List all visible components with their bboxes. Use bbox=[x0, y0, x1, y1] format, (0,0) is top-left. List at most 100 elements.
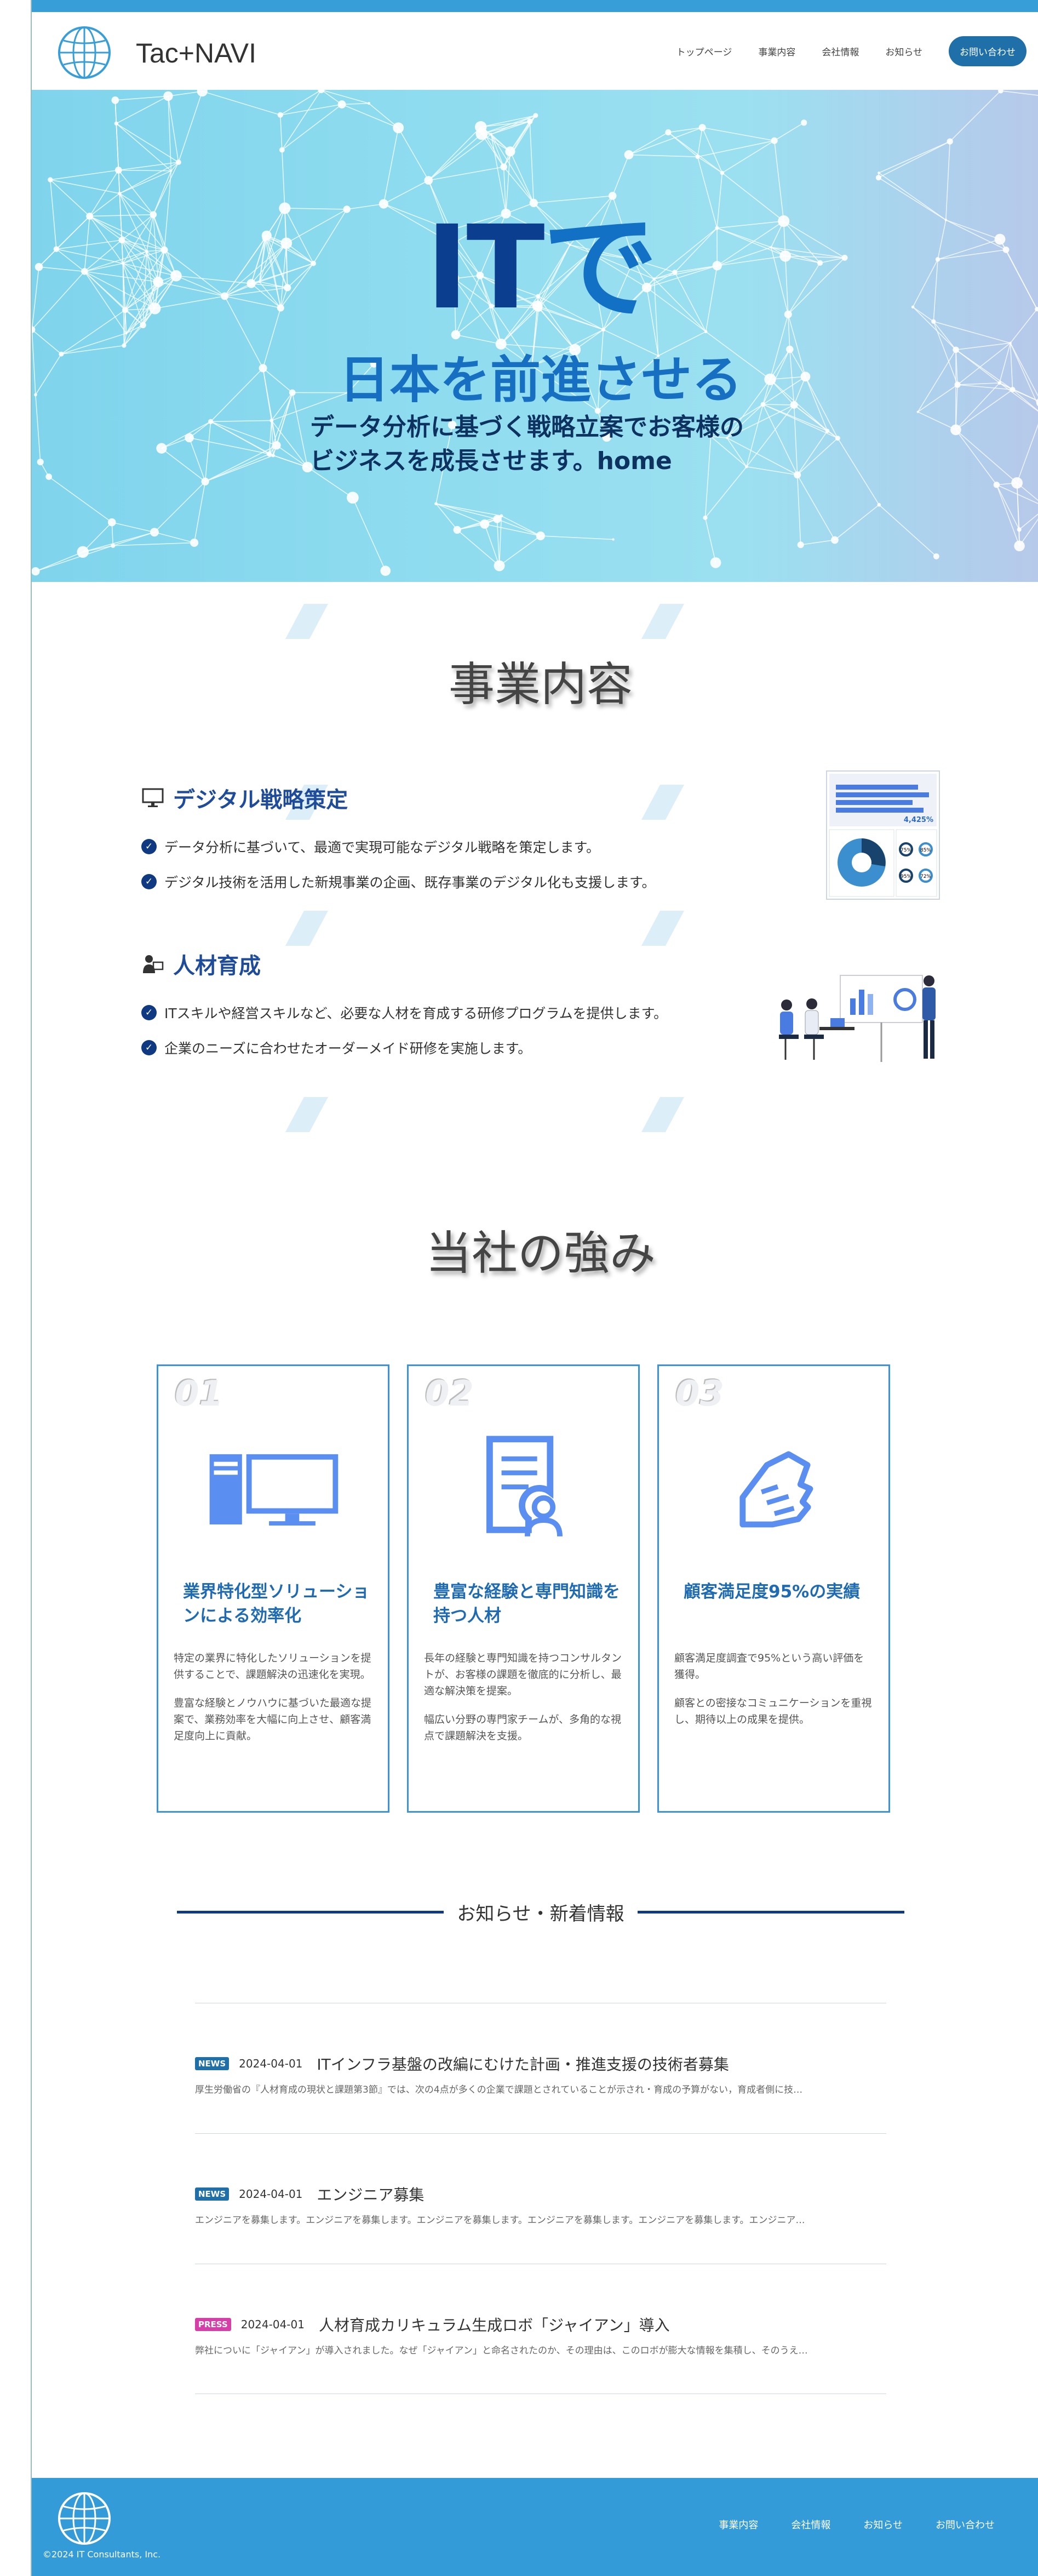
footer-nav-news[interactable]: お知らせ bbox=[863, 2517, 903, 2532]
news-meta: PRESS 2024-04-01 人材育成カリキュラム生成ロボ「ジャイアン」導入 bbox=[195, 2314, 670, 2335]
network-line bbox=[628, 132, 669, 156]
network-line bbox=[428, 134, 492, 181]
news-item[interactable]: NEWS 2024-04-01 エンジニア募集 エンジニアを募集します。エンジニ… bbox=[195, 2133, 886, 2264]
nav-top[interactable]: トップページ bbox=[676, 44, 732, 58]
network-node bbox=[32, 567, 40, 576]
network-line bbox=[282, 104, 342, 151]
network-line bbox=[497, 518, 541, 536]
network-line bbox=[116, 123, 171, 172]
network-line bbox=[35, 545, 113, 572]
network-line bbox=[35, 551, 83, 572]
logo-text[interactable]: Tac+NAVI bbox=[136, 37, 256, 69]
nav-company[interactable]: 会社情報 bbox=[822, 44, 859, 58]
network-line bbox=[774, 122, 805, 141]
donut-label: 95% bbox=[901, 874, 911, 879]
news-item-title[interactable]: ITインフラ基盤の改編にむけた計画・推進支援の技術者募集 bbox=[317, 2053, 729, 2075]
nav-business[interactable]: 事業内容 bbox=[758, 44, 795, 58]
news-item[interactable]: PRESS 2024-04-01 人材育成カリキュラム生成ロボ「ジャイアン」導入… bbox=[195, 2264, 886, 2394]
network-line bbox=[496, 519, 500, 566]
network-line bbox=[629, 154, 698, 157]
network-node bbox=[393, 122, 404, 134]
footer-nav-business[interactable]: 事業内容 bbox=[719, 2517, 758, 2532]
network-node bbox=[453, 526, 461, 534]
service-heading: 人材育成 bbox=[141, 948, 667, 980]
network-node bbox=[150, 528, 159, 537]
network-line bbox=[800, 539, 835, 546]
network-line bbox=[118, 169, 154, 215]
network-node bbox=[269, 419, 274, 422]
network-line bbox=[499, 535, 541, 567]
globe-logo-icon[interactable] bbox=[56, 24, 113, 81]
globe-logo-icon[interactable] bbox=[56, 2490, 113, 2547]
handshake-icon bbox=[739, 1451, 813, 1528]
network-node bbox=[536, 531, 545, 541]
contact-button[interactable]: お問い合わせ bbox=[949, 36, 1026, 66]
news-meta: NEWS 2024-04-01 エンジニア募集 bbox=[195, 2183, 424, 2205]
network-line bbox=[878, 141, 950, 178]
resume-icon bbox=[486, 1436, 563, 1537]
network-node bbox=[698, 124, 706, 132]
news-item-title[interactable]: 人材育成カリキュラム生成ロボ「ジャイアン」導入 bbox=[319, 2314, 670, 2335]
network-node bbox=[111, 96, 119, 104]
network-node bbox=[947, 138, 953, 145]
news-title: お知らせ・新着情報 bbox=[457, 1903, 624, 1925]
network-node bbox=[710, 557, 721, 568]
news-excerpt: 厚生労働省の『人材育成の現状と課題第3節』では、次の4点が多くの企業で課題とされ… bbox=[195, 2084, 803, 2095]
footer-nav-company[interactable]: 会社情報 bbox=[791, 2517, 830, 2532]
network-background bbox=[32, 90, 1038, 576]
strength-card: 02 豊富な経験と専門知識を持つ人材 長年の経験と専門知識を持つコンサルタントが… bbox=[407, 1364, 640, 1813]
news-item-title[interactable]: エンジニア募集 bbox=[317, 2183, 424, 2205]
network-node bbox=[118, 191, 122, 196]
list-item: ✓ デジタル技術を活用した新規事業の企画、既存事業のデジタル化も支援します。 bbox=[141, 872, 656, 892]
donut-label: 72% bbox=[920, 874, 931, 879]
network-line bbox=[112, 522, 155, 533]
network-line bbox=[284, 208, 347, 210]
network-node bbox=[175, 159, 181, 165]
network-node bbox=[695, 155, 700, 159]
network-node bbox=[797, 541, 804, 549]
news-excerpt: エンジニアを募集します。エンジニアを募集します。エンジニアを募集します。エンジニ… bbox=[195, 2215, 805, 2226]
card-number: 01 bbox=[175, 1374, 224, 1414]
decor-shape bbox=[285, 604, 329, 639]
network-node bbox=[475, 121, 487, 133]
network-line bbox=[796, 475, 835, 540]
donut-label: 75% bbox=[901, 848, 911, 853]
list-item: ✓ 企業のニーズに合わせたオーダーメイド研修を実施します。 bbox=[141, 1038, 667, 1058]
network-node bbox=[835, 436, 840, 441]
network-line bbox=[746, 404, 764, 467]
card-number: 02 bbox=[425, 1374, 474, 1414]
network-line bbox=[189, 437, 269, 455]
network-line bbox=[352, 497, 386, 572]
network-line bbox=[398, 127, 429, 181]
copyright: ©2024 IT Consultants, Inc. bbox=[43, 2549, 161, 2560]
network-node bbox=[877, 502, 881, 507]
card-title: 顧客満足度95%の実績 bbox=[684, 1582, 861, 1602]
network-line bbox=[879, 141, 950, 174]
business-section: 事業内容 デジタル戦略策定 ✓ データ分析に基づいて、最適で実現可能なデジタル戦略… bbox=[32, 582, 1038, 1156]
nav-news[interactable]: お知らせ bbox=[885, 44, 922, 58]
network-line bbox=[204, 421, 211, 482]
network-node bbox=[208, 419, 214, 424]
hero-description: データ分析に基づく戦略立案でお客様の ビジネスを成長させます。home bbox=[310, 410, 744, 478]
network-node bbox=[368, 102, 371, 105]
service-digital-strategy: デジタル戦略策定 ✓ データ分析に基づいて、最適で実現可能なデジタル戦略を策定しま… bbox=[141, 782, 656, 907]
network-node bbox=[271, 454, 275, 458]
footer-nav-contact[interactable]: お問い合わせ bbox=[936, 2517, 995, 2532]
divider bbox=[637, 1911, 905, 1914]
network-line bbox=[834, 504, 880, 541]
strengths-title: 当社の強み bbox=[425, 1226, 656, 1280]
network-node bbox=[347, 492, 359, 504]
network-node bbox=[48, 177, 53, 182]
network-line bbox=[837, 438, 880, 505]
network-node bbox=[950, 424, 961, 436]
card-body: 顧客満足度調査で95%という高い評価を獲得。 顧客との密接なコミュニケーションを… bbox=[674, 1650, 873, 1740]
network-node bbox=[185, 433, 194, 443]
network-node bbox=[111, 543, 116, 548]
business-title: 事業内容 bbox=[448, 658, 633, 711]
network-line bbox=[210, 421, 277, 446]
card-paragraph: 豊富な経験とノウハウに基づいた最適な提案で、業務効率を大幅に向上させ、顧客満足度… bbox=[174, 1697, 372, 1742]
network-line bbox=[668, 127, 703, 133]
card-paragraph: 幅広い分野の専門家チームが、多角的な視点で課題解決を支援。 bbox=[424, 1713, 622, 1742]
network-node bbox=[279, 147, 285, 153]
news-item[interactable]: NEWS 2024-04-01 ITインフラ基盤の改編にむけた計画・推進支援の技… bbox=[195, 2003, 886, 2133]
